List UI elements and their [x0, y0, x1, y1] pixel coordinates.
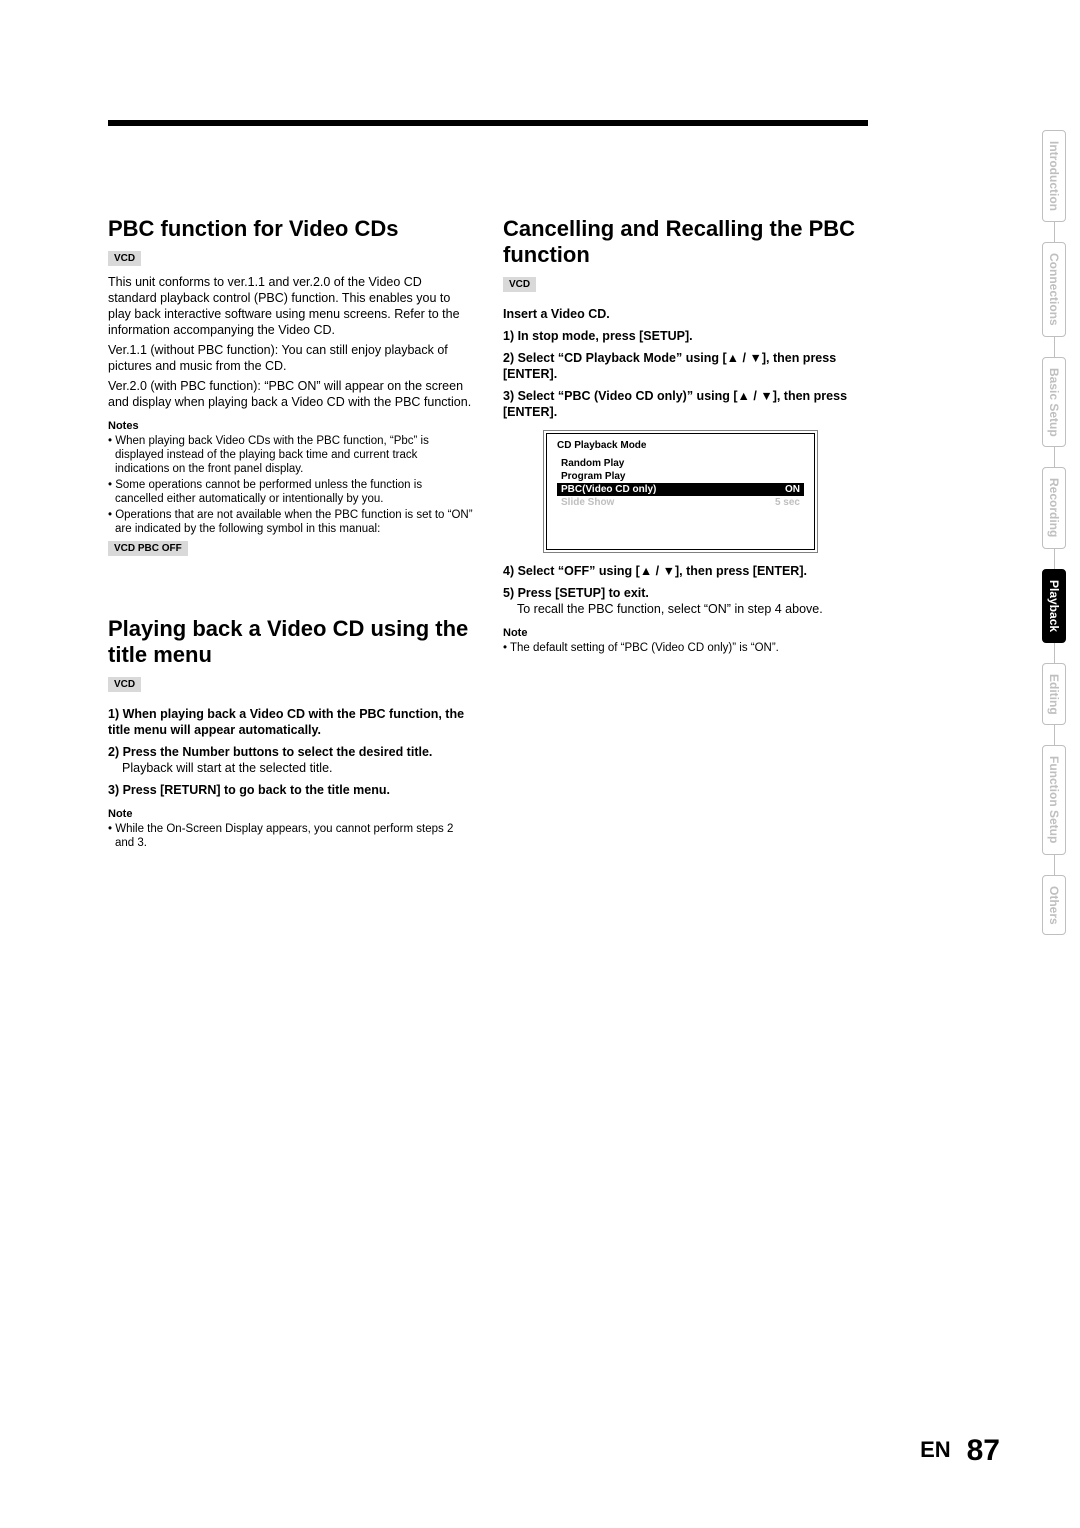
note-heading: Note: [503, 627, 868, 639]
step-detail: To recall the PBC function, select “ON” …: [517, 601, 868, 617]
vcd-badge: VCD: [108, 677, 141, 692]
two-column-layout: PBC function for Video CDs VCD This unit…: [108, 216, 978, 852]
heading-playing-back: Playing back a Video CD using the title …: [108, 616, 473, 668]
top-rule: [108, 120, 868, 126]
vcd-badge: VCD: [108, 251, 141, 266]
up-arrow-icon: ▲: [640, 564, 652, 578]
side-tabs: Introduction Connections Basic Setup Rec…: [1042, 130, 1066, 935]
step: 3) Press [RETURN] to go back to the titl…: [108, 782, 473, 798]
step: 5) Press [SETUP] to exit.: [503, 585, 868, 601]
step-detail: Playback will start at the selected titl…: [122, 760, 473, 776]
tab-introduction[interactable]: Introduction: [1042, 130, 1066, 222]
osd-label: Slide Show: [561, 497, 614, 508]
step: Insert a Video CD.: [503, 306, 868, 322]
step-text: ], then press [ENTER].: [675, 564, 807, 578]
down-arrow-icon: ▼: [760, 389, 772, 403]
osd-row: Random Play: [557, 457, 804, 470]
note-heading: Note: [108, 808, 473, 820]
tab-others[interactable]: Others: [1042, 875, 1066, 936]
step: 1) In stop mode, press [SETUP].: [503, 328, 868, 344]
tab-function-setup[interactable]: Function Setup: [1042, 745, 1066, 854]
left-column: PBC function for Video CDs VCD This unit…: [108, 216, 473, 852]
right-column: Cancelling and Recalling the PBC functio…: [503, 216, 868, 852]
step-text: 3) Select “PBC (Video CD only)” using [: [503, 389, 738, 403]
up-arrow-icon: ▲: [738, 389, 750, 403]
notes-heading: Notes: [108, 420, 473, 432]
step: 3) Select “PBC (Video CD only)” using [▲…: [503, 388, 868, 420]
page-num-value: 87: [967, 1434, 1000, 1467]
note-item: • When playing back Video CDs with the P…: [108, 434, 473, 476]
osd-screenshot: CD Playback Mode Random Play Program Pla…: [543, 430, 818, 553]
step-text: 4) Select “OFF” using [: [503, 564, 640, 578]
osd-title: CD Playback Mode: [557, 440, 804, 451]
step: 2) Select “CD Playback Mode” using [▲ / …: [503, 350, 868, 382]
osd-value: ON: [785, 484, 800, 495]
note-item: • While the On-Screen Display appears, y…: [108, 822, 473, 850]
separator: /: [739, 351, 749, 365]
down-arrow-icon: ▼: [749, 351, 761, 365]
page-number: EN 87: [920, 1434, 1000, 1468]
paragraph: Ver.1.1 (without PBC function): You can …: [108, 342, 473, 374]
page-content: PBC function for Video CDs VCD This unit…: [108, 120, 978, 852]
vcd-badge: VCD: [503, 277, 536, 292]
down-arrow-icon: ▼: [663, 564, 675, 578]
osd-label: PBC(Video CD only): [561, 484, 656, 495]
tab-connections[interactable]: Connections: [1042, 242, 1066, 337]
heading-pbc-function: PBC function for Video CDs: [108, 216, 473, 242]
note-item: • The default setting of “PBC (Video CD …: [503, 641, 868, 655]
paragraph: This unit conforms to ver.1.1 and ver.2.…: [108, 274, 473, 338]
tab-basic-setup[interactable]: Basic Setup: [1042, 357, 1066, 448]
tab-editing[interactable]: Editing: [1042, 663, 1066, 726]
osd-row-dim: Slide Show 5 sec: [557, 496, 804, 509]
step: 1) When playing back a Video CD with the…: [108, 706, 473, 738]
page-lang: EN: [920, 1437, 951, 1462]
up-arrow-icon: ▲: [727, 351, 739, 365]
step: 4) Select “OFF” using [▲ / ▼], then pres…: [503, 563, 868, 579]
osd-row: Program Play: [557, 470, 804, 483]
separator: /: [750, 389, 760, 403]
osd-value: 5 sec: [775, 497, 800, 508]
note-item: • Some operations cannot be performed un…: [108, 478, 473, 506]
vcd-pbc-off-badge: VCD PBC OFF: [108, 541, 188, 556]
osd-label: Random Play: [561, 458, 624, 469]
step-text: 2) Select “CD Playback Mode” using [: [503, 351, 727, 365]
step: 2) Press the Number buttons to select th…: [108, 744, 473, 760]
tab-recording[interactable]: Recording: [1042, 467, 1066, 548]
osd-label: Program Play: [561, 471, 625, 482]
heading-cancelling-recalling: Cancelling and Recalling the PBC functio…: [503, 216, 868, 268]
osd-row-highlighted: PBC(Video CD only) ON: [557, 483, 804, 496]
tab-playback[interactable]: Playback: [1042, 569, 1066, 643]
note-item: • Operations that are not available when…: [108, 508, 473, 536]
paragraph: Ver.2.0 (with PBC function): “PBC ON” wi…: [108, 378, 473, 410]
separator: /: [652, 564, 662, 578]
